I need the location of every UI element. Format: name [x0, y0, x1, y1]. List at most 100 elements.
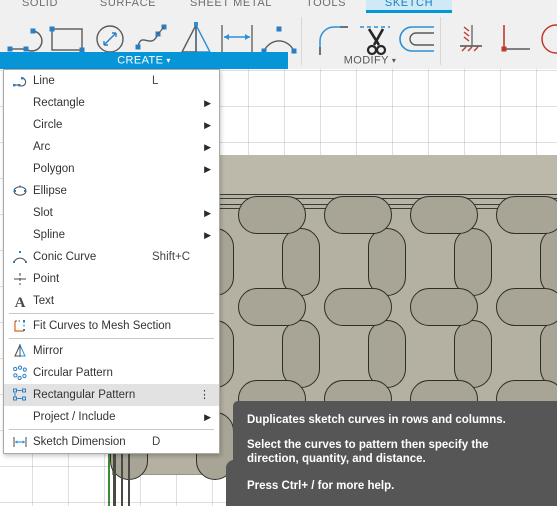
tab-solid[interactable]: SOLID: [0, 0, 80, 13]
tooltip-summary: Duplicates sketch curves in rows and col…: [247, 414, 506, 426]
menu-item-label: Circular Pattern: [33, 367, 113, 379]
chevron-down-icon: ▾: [391, 56, 397, 65]
menu-item-label: Circle: [33, 119, 63, 131]
create-dropdown-menu[interactable]: Line L Rectangle ▶ Circle ▶ Arc ▶ Polygon ▶ Ellips…: [3, 69, 220, 454]
menu-item-sketch-dimension[interactable]: Sketch Dimension D: [4, 431, 219, 453]
tab-surface[interactable]: SURFACE: [84, 0, 172, 13]
menu-item-label: Fit Curves to Mesh Section: [33, 320, 172, 332]
slot-feature[interactable]: [324, 196, 392, 234]
menu-divider: [9, 313, 214, 314]
chevron-right-icon: ▶: [204, 120, 211, 130]
menu-item-text[interactable]: A Text: [4, 290, 219, 312]
slot-feature[interactable]: [540, 320, 557, 388]
chevron-down-icon: ▾: [166, 56, 171, 65]
conic-curve-icon: [12, 249, 28, 265]
menu-item-ellipse[interactable]: Ellipse: [4, 180, 219, 202]
command-tooltip: Duplicates sketch curves in rows and col…: [233, 401, 557, 506]
menu-item-label: Rectangular Pattern: [33, 389, 136, 401]
model-left-edge: [121, 447, 123, 506]
slot-feature[interactable]: [238, 288, 306, 326]
active-tab-underline: [366, 10, 452, 13]
menu-item-circular-pattern[interactable]: Circular Pattern: [4, 362, 219, 384]
menu-item-label: Slot: [33, 207, 53, 219]
sketch-dimension-icon: [12, 434, 28, 450]
menu-item-line[interactable]: Line L: [4, 70, 219, 92]
menu-item-shortcut: L: [152, 75, 159, 87]
menu-item-label: Polygon: [33, 163, 75, 175]
slot-feature[interactable]: [496, 288, 557, 326]
create-group-label: CREATE: [117, 54, 164, 67]
menu-item-project-include[interactable]: Project / Include ▶: [4, 406, 219, 428]
modify-group-button[interactable]: MODIFY ▾: [302, 52, 438, 69]
slot-feature[interactable]: [454, 228, 492, 296]
svg-text:A: A: [15, 295, 26, 309]
menu-item-rectangle[interactable]: Rectangle ▶: [4, 92, 219, 114]
slot-feature[interactable]: [368, 228, 406, 296]
menu-item-polygon[interactable]: Polygon ▶: [4, 158, 219, 180]
line-icon: [12, 73, 28, 89]
slot-feature[interactable]: [540, 228, 557, 296]
tab-tools[interactable]: TOOLS: [290, 0, 362, 13]
menu-item-fit-curves-to-mesh-section[interactable]: Fit Curves to Mesh Section: [4, 315, 219, 337]
text-icon: A: [12, 293, 28, 311]
chevron-right-icon: ▶: [204, 164, 211, 174]
mirror-icon: [12, 343, 28, 359]
toolbar-separator: [440, 17, 441, 65]
point-icon: [12, 271, 28, 287]
menu-item-label: Sketch Dimension: [33, 436, 126, 448]
menu-item-slot[interactable]: Slot ▶: [4, 202, 219, 224]
chevron-right-icon: ▶: [204, 230, 211, 240]
menu-item-overflow-icon[interactable]: ⋮: [199, 384, 210, 406]
ellipse-icon: [12, 183, 28, 199]
menu-item-label: Arc: [33, 141, 51, 153]
model-left-edge: [113, 447, 116, 506]
modify-group-label: MODIFY: [343, 54, 389, 67]
slot-feature[interactable]: [282, 228, 320, 296]
tab-sheet-metal[interactable]: SHEET METAL: [176, 0, 286, 13]
menu-divider: [9, 429, 214, 430]
tangent-constraint-icon[interactable]: [530, 17, 557, 61]
create-group-button[interactable]: CREATE ▾: [0, 52, 288, 69]
menu-item-mirror[interactable]: Mirror: [4, 340, 219, 362]
menu-item-arc[interactable]: Arc ▶: [4, 136, 219, 158]
menu-item-point[interactable]: Point: [4, 268, 219, 290]
menu-item-shortcut: D: [152, 436, 161, 448]
tooltip-help-hint: Press Ctrl+ / for more help.: [247, 480, 395, 492]
menu-item-label: Spline: [33, 229, 65, 241]
tooltip-detail-line1: Select the curves to pattern then specif…: [247, 439, 489, 451]
menu-item-label: Conic Curve: [33, 251, 97, 263]
model-left-edge: [128, 447, 130, 506]
slot-feature[interactable]: [410, 288, 478, 326]
menu-item-conic-curve[interactable]: Conic Curve Shift+C: [4, 246, 219, 268]
menu-item-label: Ellipse: [33, 185, 67, 197]
menu-item-label: Line: [33, 75, 55, 87]
sketch-y-axis: [108, 447, 110, 506]
slot-feature[interactable]: [496, 196, 557, 234]
rectangular-pattern-icon: [12, 387, 28, 403]
menu-item-label: Point: [33, 273, 60, 285]
menu-item-shortcut: Shift+C: [152, 251, 191, 263]
menu-item-label: Rectangle: [33, 97, 85, 109]
chevron-right-icon: ▶: [204, 208, 211, 218]
slot-feature[interactable]: [324, 288, 392, 326]
slot-feature[interactable]: [238, 196, 306, 234]
menu-item-label: Text: [33, 295, 55, 307]
chevron-right-icon: ▶: [204, 98, 211, 108]
slot-feature[interactable]: [410, 196, 478, 234]
slot-feature[interactable]: [454, 320, 492, 388]
fit-curves-icon: [12, 318, 28, 334]
circular-pattern-icon: [12, 365, 28, 381]
slot-feature[interactable]: [282, 320, 320, 388]
chevron-right-icon: ▶: [204, 142, 211, 152]
menu-item-label: Project / Include: [33, 411, 116, 423]
menu-item-label: Mirror: [33, 345, 64, 357]
menu-divider: [9, 338, 214, 339]
menu-item-circle[interactable]: Circle ▶: [4, 114, 219, 136]
menu-item-rectangular-pattern[interactable]: Rectangular Pattern ⋮: [4, 384, 219, 406]
ribbon-toolbar[interactable]: CREATE ▾ MODIFY ▾: [0, 13, 557, 69]
menu-item-spline[interactable]: Spline ▶: [4, 224, 219, 246]
chevron-right-icon: ▶: [204, 412, 211, 422]
tooltip-detail-line2: direction, quantity, and distance.: [247, 453, 426, 465]
slot-feature[interactable]: [368, 320, 406, 388]
ribbon-tab-strip[interactable]: SOLID SURFACE SHEET METAL TOOLS SKETCH: [0, 0, 557, 13]
